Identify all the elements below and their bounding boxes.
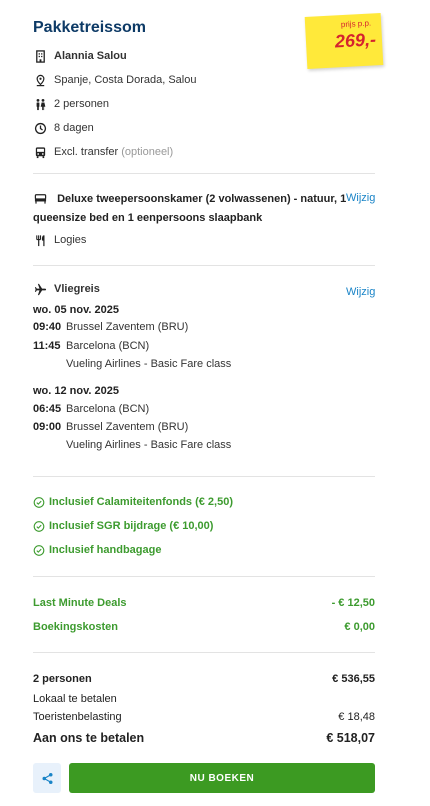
check-circle-icon [33, 520, 45, 532]
outbound-arrive-place: Barcelona (BCN) [66, 340, 150, 352]
persons-icon [33, 97, 47, 111]
duration-text: 8 dagen [54, 122, 94, 134]
persons-total-row: 2 personen € 536,55 [33, 673, 375, 685]
check-circle-icon [33, 496, 45, 508]
location-row: Spanje, Costa Dorada, Salou [33, 73, 196, 87]
divider [33, 576, 375, 577]
tourist-tax-label: Toeristenbelasting [33, 711, 122, 723]
room-description: Deluxe tweepersoonskamer (2 volwassenen)… [33, 193, 347, 224]
discount-value: € 0,00 [344, 621, 375, 633]
amount-due-label: Aan ons te betalen [33, 731, 145, 745]
flight-heading-row: Vliegreis [33, 282, 100, 296]
transfer-optional-note: (optioneel) [121, 146, 174, 158]
transfer-text: Excl. transfer [54, 146, 119, 158]
price-label: prijs p.p. [340, 18, 372, 30]
location-pin-icon [33, 73, 47, 87]
inclusion-label: Inclusief Calamiteitenfonds (€ 2,50) [49, 496, 233, 508]
return-depart-time: 06:45 [33, 403, 62, 415]
flight-heading: Vliegreis [54, 283, 100, 295]
room-description-row: Deluxe tweepersoonskamer (2 volwassenen)… [33, 190, 378, 228]
inclusion-label: Inclusief handbagage [49, 544, 162, 556]
share-icon [41, 772, 53, 784]
building-icon [33, 49, 47, 63]
discount-value: - € 12,50 [331, 597, 375, 609]
amount-due-row: Aan ons te betalen € 518,07 [33, 731, 375, 745]
check-circle-icon [33, 544, 45, 556]
flight-change-link[interactable]: Wijzig [346, 286, 375, 298]
divider [33, 265, 375, 266]
room-change-link[interactable]: Wijzig [346, 192, 375, 204]
divider [33, 476, 375, 477]
booking-summary-panel: Pakketreissom prijs p.p. 269,- Alannia S… [0, 0, 430, 806]
outbound-date: wo. 05 nov. 2025 [33, 304, 120, 316]
outbound-depart-place: Brussel Zaventem (BRU) [66, 321, 189, 333]
inclusion-label: Inclusief SGR bijdrage (€ 10,00) [49, 520, 214, 532]
divider [33, 173, 375, 174]
discount-row-last-minute: Last Minute Deals - € 12,50 [33, 597, 375, 609]
duration-row: 8 dagen [33, 121, 94, 135]
board-row: Logies [33, 233, 86, 247]
local-payment-row: Lokaal te betalen [33, 693, 375, 705]
local-payment-label: Lokaal te betalen [33, 693, 117, 705]
tourist-tax-row: Toeristenbelasting € 18,48 [33, 711, 375, 723]
outbound-carrier: Vueling Airlines - Basic Fare class [66, 358, 232, 370]
discount-row-booking-costs: Boekingskosten € 0,00 [33, 621, 375, 633]
return-arrive-place: Brussel Zaventem (BRU) [66, 421, 189, 433]
return-arrive-time: 09:00 [33, 421, 62, 433]
inclusion-item: Inclusief SGR bijdrage (€ 10,00) [33, 520, 213, 532]
inclusion-item: Inclusief handbagage [33, 544, 161, 556]
price-sticker: prijs p.p. 269,- [304, 13, 384, 69]
outbound-depart-time: 09:40 [33, 321, 62, 333]
airplane-icon [33, 282, 47, 296]
inclusion-item: Inclusief Calamiteitenfonds (€ 2,50) [33, 496, 233, 508]
amount-due-value: € 518,07 [326, 731, 375, 745]
return-date: wo. 12 nov. 2025 [33, 385, 120, 397]
discount-label: Boekingskosten [33, 621, 118, 633]
return-depart-place: Barcelona (BCN) [66, 403, 150, 415]
divider [33, 652, 375, 653]
persons-total-value: € 536,55 [332, 673, 375, 685]
location-text: Spanje, Costa Dorada, Salou [54, 74, 197, 86]
page-title: Pakketreissom [33, 19, 146, 36]
discount-label: Last Minute Deals [33, 597, 127, 609]
transfer-row: Excl. transfer (optioneel) [33, 145, 173, 159]
board-text: Logies [54, 234, 87, 246]
price-value: 269,- [334, 29, 377, 52]
outbound-arrive-time: 11:45 [33, 340, 61, 352]
clock-icon [33, 121, 47, 135]
persons-total-label: 2 personen [33, 673, 92, 685]
bus-icon [33, 145, 47, 159]
tourist-tax-value: € 18,48 [338, 711, 375, 723]
persons-text: 2 personen [54, 98, 110, 110]
book-now-button[interactable]: NU BOEKEN [69, 763, 375, 793]
hotel-row: Alannia Salou [33, 49, 127, 63]
cutlery-icon [33, 233, 47, 247]
return-carrier: Vueling Airlines - Basic Fare class [66, 439, 232, 451]
share-button[interactable] [33, 763, 61, 793]
bed-icon [33, 192, 47, 206]
hotel-name: Alannia Salou [54, 50, 127, 62]
persons-row: 2 personen [33, 97, 109, 111]
